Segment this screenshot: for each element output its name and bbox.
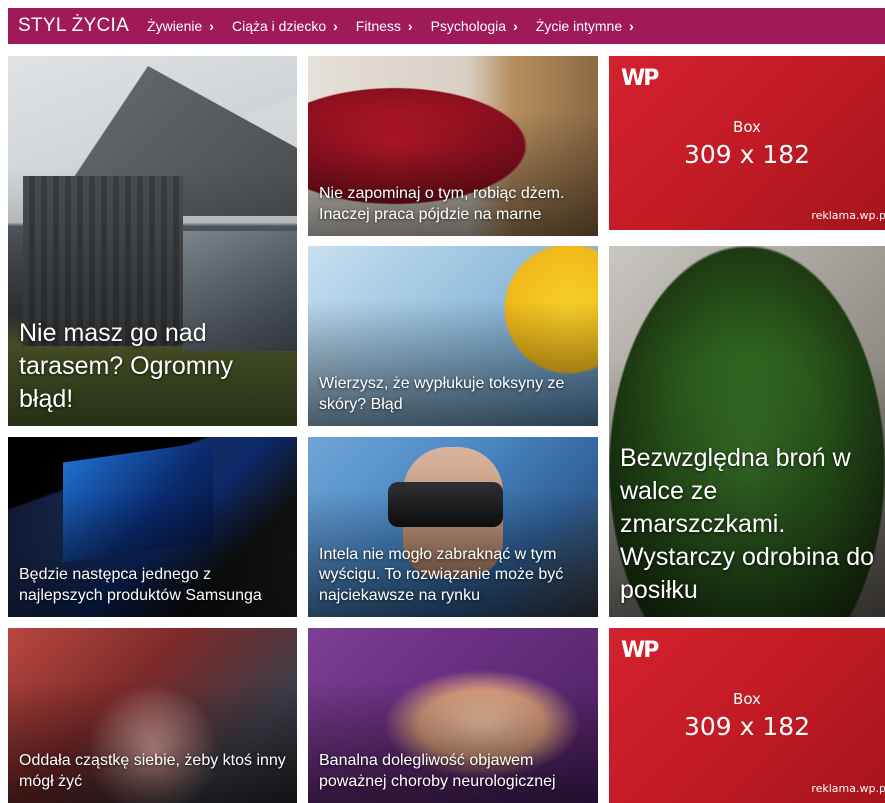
chevron-right-icon: ›: [407, 18, 413, 34]
nav-item-zycie-intymne[interactable]: Życie intymne ›: [536, 18, 634, 34]
chevron-right-icon: ›: [209, 18, 214, 34]
article-title: Nie zapominaj o tym, robiąc dżem. Inacze…: [319, 185, 565, 224]
ad-footer: reklama.wp.pl: [811, 209, 885, 222]
article-title: Będzie następca jednego z najlepszych pr…: [19, 566, 262, 605]
chevron-right-icon: ›: [333, 18, 338, 34]
wp-logo-icon: WP: [621, 638, 659, 663]
article-title: Banalna dolegliwość objawem poważnej cho…: [319, 752, 556, 791]
ad-box-bottom[interactable]: WP Box 309 x 182 reklama.wp.pl: [609, 628, 885, 803]
nav-item-fitness[interactable]: Fitness ›: [356, 18, 413, 34]
article-title: Nie masz go nad tarasem? Ogromny błąd!: [19, 319, 233, 413]
section-header: STYL ŻYCIA Żywienie › Ciąża i dziecko › …: [8, 8, 885, 44]
ad-label: Box: [733, 118, 761, 136]
section-title[interactable]: STYL ŻYCIA: [18, 15, 129, 37]
article-card-jam[interactable]: Nie zapominaj o tym, robiąc dżem. Inacze…: [308, 56, 598, 236]
ad-footer: reklama.wp.pl: [811, 782, 885, 795]
ad-size: 309 x 182: [683, 140, 811, 169]
nav-item-label: Fitness: [355, 18, 401, 34]
nav-item-psychologia[interactable]: Psychologia ›: [431, 18, 518, 34]
article-card-water[interactable]: Wierzysz, że wypłukuje toksyny ze skóry?…: [308, 246, 598, 426]
article-card-intel[interactable]: Intela nie mogło zabraknąć w tym wyścigu…: [308, 437, 598, 617]
ad-label: Box: [733, 690, 761, 708]
article-card-house[interactable]: Nie masz go nad tarasem? Ogromny błąd!: [8, 56, 297, 426]
chevron-right-icon: ›: [513, 18, 518, 34]
nav-item-label: Żywienie: [147, 18, 203, 34]
nav-item-ciaza[interactable]: Ciąża i dziecko ›: [232, 18, 338, 34]
article-title: Oddała cząstkę siebie, żeby ktoś inny mó…: [19, 752, 286, 791]
ad-size: 309 x 182: [683, 712, 811, 741]
section-nav: Żywienie › Ciąża i dziecko › Fitness › P…: [147, 18, 652, 34]
ad-box-top[interactable]: WP Box 309 x 182 reklama.wp.pl: [609, 56, 885, 230]
article-title: Bezwzględna broń w walce ze zmarszczkami…: [620, 444, 875, 604]
article-card-donation[interactable]: Oddała cząstkę siebie, żeby ktoś inny mó…: [8, 628, 297, 803]
article-card-herbs[interactable]: Bezwzględna broń w walce ze zmarszczkami…: [609, 246, 885, 617]
nav-item-label: Psychologia: [430, 18, 507, 34]
article-title: Wierzysz, że wypłukuje toksyny ze skóry?…: [319, 375, 565, 414]
nav-item-label: Życie intymne: [535, 18, 623, 34]
chevron-right-icon: ›: [629, 18, 634, 34]
article-card-samsung[interactable]: Będzie następca jednego z najlepszych pr…: [8, 437, 297, 617]
nav-item-label: Ciąża i dziecko: [231, 18, 327, 34]
article-card-neuro[interactable]: Banalna dolegliwość objawem poważnej cho…: [308, 628, 598, 803]
article-title: Intela nie mogło zabraknąć w tym wyścigu…: [319, 545, 564, 605]
nav-item-zywienie[interactable]: Żywienie ›: [147, 18, 214, 34]
wp-logo-icon: WP: [621, 66, 659, 91]
